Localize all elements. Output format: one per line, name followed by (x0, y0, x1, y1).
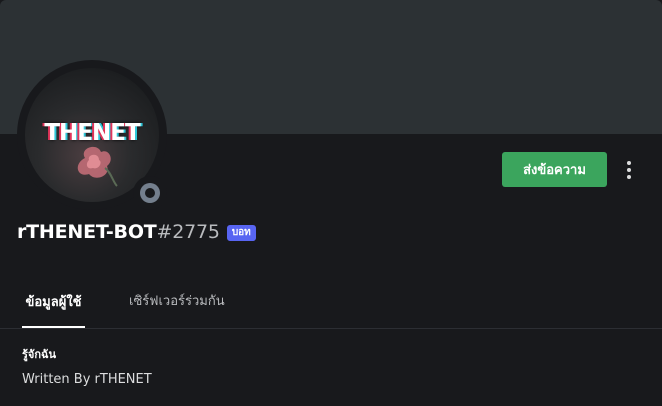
profile-tabs: ข้อมูลผู้ใช้ เซิร์ฟเวอร์ร่วมกัน (0, 274, 662, 329)
avatar-frame: THENET (17, 60, 167, 210)
status-indicator (133, 176, 167, 210)
offline-status-icon (140, 183, 160, 203)
name-row: rTHENET-BOT #2775 บอท (17, 218, 256, 246)
dot-icon (627, 175, 631, 179)
dot-icon (627, 168, 631, 172)
username: rTHENET-BOT (17, 221, 157, 243)
dot-icon (627, 161, 631, 165)
discriminator: #2775 (156, 221, 220, 243)
bot-badge: บอท (226, 225, 256, 241)
about-me-text: Written By rTHENET (22, 372, 152, 387)
tab-user-info[interactable]: ข้อมูลผู้ใช้ (22, 274, 85, 328)
avatar-logo-text: THENET (44, 120, 140, 146)
more-vertical-icon[interactable] (619, 156, 639, 184)
send-message-button[interactable]: ส่งข้อความ (502, 152, 607, 187)
tab-mutual-servers[interactable]: เซิร์ฟเวอร์ร่วมกัน (129, 274, 225, 327)
user-profile-card: THENET ส่งข้อความ rTHENET-BOT #2775 บอท ข… (0, 0, 662, 406)
about-me-title: รู้จักฉัน (22, 348, 57, 361)
